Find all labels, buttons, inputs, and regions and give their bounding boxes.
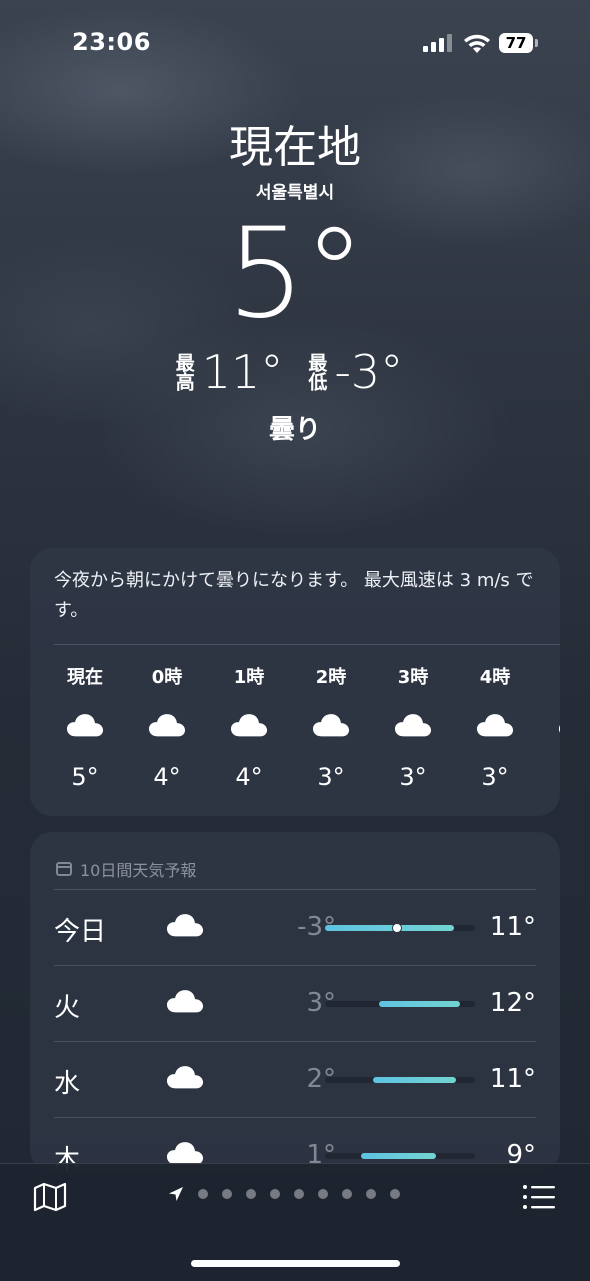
forecast-row[interactable]: 水 2° 11° [54, 1041, 536, 1117]
hour-item: 4時 3° [454, 663, 536, 791]
home-indicator[interactable] [191, 1260, 400, 1267]
location-title: 現在地 [229, 122, 361, 173]
high-label: 最高 [172, 353, 195, 391]
cellular-signal-icon [423, 34, 452, 52]
page-dot [270, 1189, 280, 1199]
status-time: 23:06 [72, 28, 151, 56]
battery-indicator: 77 [499, 33, 538, 53]
hour-time: 3時 [397, 667, 429, 688]
temp-range-bar [379, 1001, 460, 1007]
page-dot [222, 1189, 232, 1199]
hour-temp: 4° [235, 763, 263, 791]
cloud-icon [66, 712, 104, 738]
page-dot [294, 1189, 304, 1199]
ten-day-forecast-card[interactable]: 10日間天気予報 今日 -3° 11° 火 3° 12° 水 2° 11° 木 … [30, 832, 560, 1172]
hour-temp: 3° [481, 763, 509, 791]
hour-temp: 3° [399, 763, 427, 791]
forecast-high: 12° [489, 988, 536, 1018]
temp-range-bar [325, 925, 454, 931]
temp-range-bar [361, 1153, 436, 1159]
current-weather: 現在地 서울특별시 5° 最高 11° 最低 -3° 曇り [0, 120, 590, 446]
hour-temp: 3° [317, 763, 345, 791]
cloud-icon [558, 712, 560, 738]
location-arrow-icon [169, 1187, 183, 1201]
hour-temp: 4° [153, 763, 181, 791]
current-temperature: 5° [226, 202, 366, 346]
cloud-icon [166, 912, 204, 938]
page-dot [390, 1189, 400, 1199]
forecast-header: 10日間天気予報 [30, 832, 560, 889]
bottom-toolbar [0, 1163, 590, 1281]
page-dot [342, 1189, 352, 1199]
wifi-icon [464, 34, 490, 53]
hour-temp: 5° [71, 763, 99, 791]
temp-range-track [325, 1153, 475, 1159]
page-dot [198, 1189, 208, 1199]
forecast-header-label: 10日間天気予報 [80, 861, 197, 880]
page-dot [246, 1189, 256, 1199]
cloud-icon [476, 712, 514, 738]
page-indicator[interactable] [168, 1186, 400, 1202]
forecast-row[interactable]: 火 3° 12° [54, 965, 536, 1041]
hour-item: 現在 5° [44, 663, 126, 791]
hour-time: 1時 [233, 667, 265, 688]
condition-text: 曇り [268, 415, 321, 445]
hourly-forecast-card[interactable]: 今夜から朝にかけて曇りになります。 最大風速は 3 m/s です。 現在 5° … [30, 548, 560, 816]
hour-time: 現在 [67, 667, 103, 688]
temp-range-bar [373, 1077, 456, 1083]
hour-item: 3時 3° [372, 663, 454, 791]
forecast-day: 今日 [54, 917, 107, 947]
hour-item: 5時 3° [536, 663, 560, 791]
location-subtitle: 서울특별시 [255, 183, 335, 203]
hourly-list[interactable]: 現在 5° 0時 4° 1時 4° 2時 3° 3時 3° 4時 3° [30, 645, 560, 791]
page-dot [366, 1189, 376, 1199]
forecast-day: 水 [54, 1069, 81, 1099]
status-bar: 23:06 77 [0, 0, 590, 90]
map-icon[interactable] [33, 1182, 67, 1212]
forecast-high: 11° [489, 912, 536, 942]
cloud-icon [166, 1064, 204, 1090]
hour-temp: 3° [536, 763, 560, 791]
cloud-icon [230, 712, 268, 738]
page-dot [318, 1189, 328, 1199]
cloud-icon [148, 712, 186, 738]
calendar-icon [56, 862, 72, 876]
hour-time: 4時 [479, 667, 511, 688]
hour-item: 2時 3° [290, 663, 372, 791]
forecast-row[interactable]: 今日 -3° 11° [54, 889, 536, 965]
low-label: 最低 [305, 353, 328, 391]
hour-time: 2時 [315, 667, 347, 688]
high-low: 最高 11° 最低 -3° [0, 345, 590, 399]
cloud-icon [394, 712, 432, 738]
temp-range-track [325, 923, 475, 933]
temp-range-track [325, 1077, 475, 1083]
hour-item: 1時 4° [208, 663, 290, 791]
low-temp: -3° [334, 345, 404, 399]
list-icon[interactable] [522, 1184, 556, 1210]
cloud-icon [312, 712, 350, 738]
forecast-day: 火 [54, 993, 81, 1023]
temp-range-track [325, 1001, 475, 1007]
forecast-high: 11° [489, 1064, 536, 1094]
hourly-summary: 今夜から朝にかけて曇りになります。 最大風速は 3 m/s です。 [54, 570, 534, 621]
cloud-icon [166, 988, 204, 1014]
hour-time: 0時 [151, 667, 183, 688]
hour-time: 5時 [536, 663, 560, 691]
high-temp: 11° [201, 345, 284, 399]
current-temp-marker [392, 923, 402, 933]
hour-item: 0時 4° [126, 663, 208, 791]
